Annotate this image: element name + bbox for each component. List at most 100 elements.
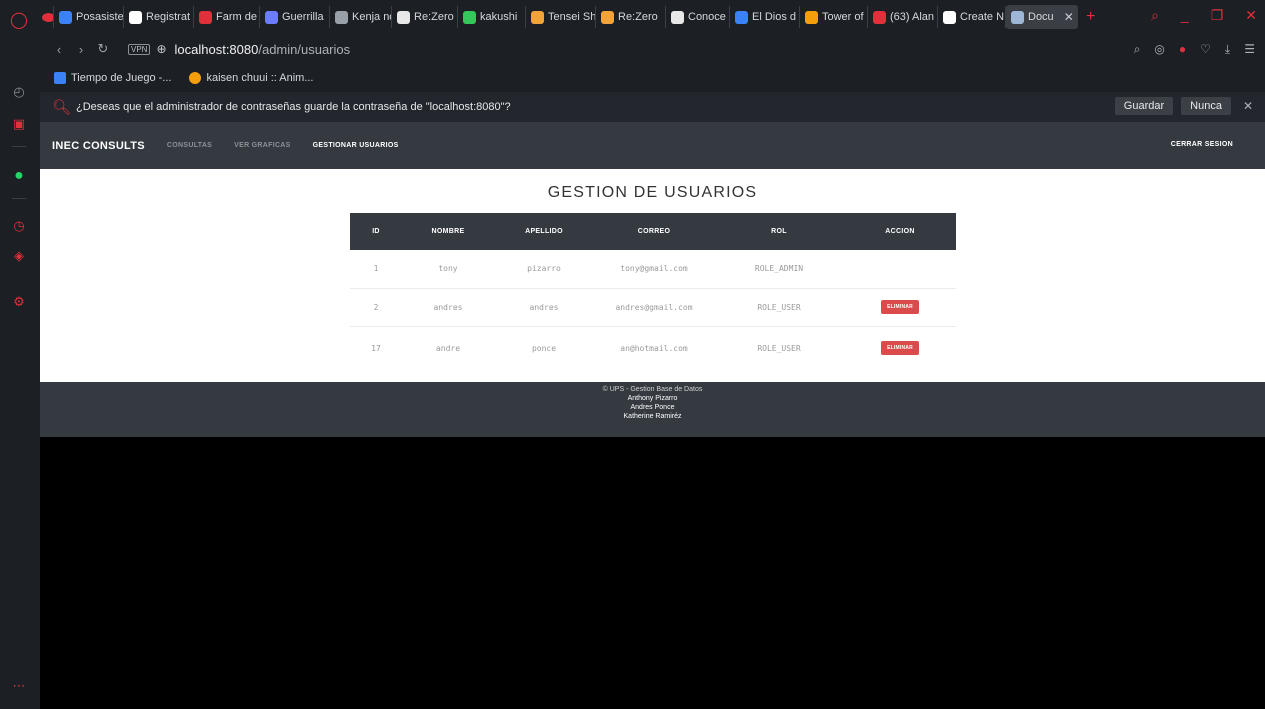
cell-accion [844,250,956,288]
nav-consultas[interactable]: CONSULTAS [167,142,212,149]
tab-label: Conoce [688,11,726,23]
tab-label: El Dios d [752,11,797,23]
new-tab-plus-icon[interactable]: + [1086,8,1095,26]
download-icon[interactable]: ⤓ [1225,42,1230,57]
extensions-cube-icon[interactable]: ◈ [9,246,29,266]
url-host: localhost:8080 [174,41,259,57]
browser-tab[interactable]: Farm de [194,6,260,28]
password-prompt-actions: Guardar Nunca ✕ [1114,97,1253,115]
delete-user-button[interactable]: ELIMINAR [881,341,919,356]
back-icon[interactable]: ‹ [48,42,70,57]
browser-tab[interactable]: Kenja no [330,6,392,28]
footer-copyright: © UPS - Gestion Base de Datos [602,386,703,393]
cell-apellido: andres [494,287,594,326]
brand-logo-text[interactable]: INEC CONSULTS [52,140,145,152]
reload-icon[interactable]: ↻ [92,41,114,57]
tab-favicon-icon [129,10,142,24]
col-header-id: ID [350,213,402,250]
cell-accion: ELIMINAR [844,287,956,326]
delete-user-button[interactable]: ELIMINAR [881,300,919,314]
tab-favicon-icon [873,10,886,24]
col-header-nombre: NOMBRE [402,213,494,250]
browser-tab[interactable]: Re:Zero [392,6,458,28]
table-row: 1 tony pizarro tony@gmail.com ROLE_ADMIN [350,250,956,288]
cell-rol: ROLE_ADMIN [754,264,804,274]
tab-label: Docu [1028,11,1054,23]
page-footer: © UPS - Gestion Base de Datos Anthony Pi… [40,382,1265,437]
address-bar: ‹ › ↻ VPN ⊕ localhost:8080/admin/usuario… [40,34,1265,64]
more-dots-icon[interactable]: ⋯ [9,676,29,696]
workspace-icon [42,12,53,22]
close-window-icon[interactable]: ✕ [1245,7,1257,24]
heart-icon[interactable]: ♡ [1200,42,1211,57]
tab-favicon-icon [943,10,956,24]
history-icon[interactable]: ◷ [9,216,29,236]
browser-tab[interactable]: (63) Alan [868,6,938,28]
forward-icon[interactable]: › [70,42,92,57]
browser-tab[interactable]: El Dios d [730,6,800,28]
never-save-button[interactable]: Nunca [1181,97,1231,115]
settings-gear-icon[interactable]: ⚙ [9,292,29,312]
tab-label: Create N [960,11,1005,23]
close-prompt-icon[interactable]: ✕ [1243,99,1253,113]
close-tab-icon[interactable]: ✕ [1064,10,1074,24]
cell-accion: ELIMINAR [844,325,956,370]
browser-tab[interactable]: Tower of [800,6,868,28]
nav-ver-graficas[interactable]: VER GRAFICAS [234,142,291,149]
restore-icon[interactable]: ❐ [1211,7,1224,24]
globe-icon: ⊕ [156,42,167,56]
tab-favicon-icon [601,10,614,24]
url-field[interactable]: localhost:8080/admin/usuarios [175,42,351,57]
sidebar-divider [12,146,26,147]
bookmark-item[interactable]: kaisen chuui :: Anim... [189,72,313,84]
tab-favicon-icon [735,10,748,24]
tab-label: Posasiste [76,11,124,23]
tab-list: Posasiste Registrat Farm de Guerrilla Kenja … [54,5,1078,29]
search-tabs-icon[interactable]: ⌕ [1151,7,1159,24]
cell-id: 1 [373,264,379,274]
browser-tab[interactable]: Posasiste [54,6,124,28]
bookmark-grid-icon [54,72,66,84]
tab-favicon-icon [335,10,348,24]
url-path: /admin/usuarios [258,41,351,57]
browser-tab[interactable]: Tensei Sh [526,6,596,28]
nav-gestionar-usuarios[interactable]: GESTIONAR USUARIOS [313,142,399,149]
tab-favicon-icon [59,10,72,24]
browser-tab[interactable]: Re:Zero [596,6,666,28]
twitch-icon[interactable]: ▣ [9,114,29,134]
browser-tab[interactable]: Docu ✕ [1006,5,1078,29]
browser-tab[interactable]: Guerrilla [260,6,330,28]
snapshot-camera-icon[interactable]: ◎ [1154,42,1164,57]
tab-label: Kenja no [352,11,392,23]
easy-setup-icon[interactable]: ☰ [1244,42,1255,57]
users-table: ID NOMBRE APELLIDO CORREO ROL ACCION 1 t… [350,213,956,370]
vpn-badge[interactable]: VPN [128,43,151,55]
adblock-shield-icon[interactable]: ● [1179,42,1186,57]
browser-tab[interactable]: Create N [938,6,1006,28]
cell-correo: an@hotmail.com [594,325,714,370]
tab-workspace[interactable] [40,6,54,28]
footer-author: Anthony Pizarro [627,395,678,402]
whatsapp-icon[interactable]: ● [9,166,29,186]
save-password-button[interactable]: Guardar [1114,97,1174,115]
col-header-apellido: APELLIDO [494,213,594,250]
speed-dial-icon[interactable]: ◴ [9,82,29,102]
minimize-icon[interactable]: _ [1181,7,1189,24]
col-header-correo: CORREO [594,213,714,250]
bookmarks-bar: Tiempo de Juego -... kaisen chuui :: Ani… [40,64,1265,92]
password-prompt-message: ¿Deseas que el administrador de contrase… [76,101,511,113]
opera-logo-icon[interactable]: ◯ [9,10,29,30]
logout-link[interactable]: CERRAR SESION [1171,141,1233,148]
tab-label: Re:Zero [414,11,454,23]
cell-correo: tony@gmail.com [620,264,688,274]
tab-favicon-icon [265,10,278,24]
bookmark-item[interactable]: Tiempo de Juego -... [54,72,171,84]
browser-tab[interactable]: kakushi [458,6,526,28]
cell-nombre: andre [402,325,494,370]
browser-tab[interactable]: Conoce [666,6,730,28]
tab-label: Tensei Sh [548,11,596,23]
search-icon[interactable]: ⌕ [1134,42,1141,57]
tab-favicon-icon [1011,10,1024,24]
browser-tab[interactable]: Registrat [124,6,194,28]
bookmark-label: kaisen chuui :: Anim... [206,72,314,84]
